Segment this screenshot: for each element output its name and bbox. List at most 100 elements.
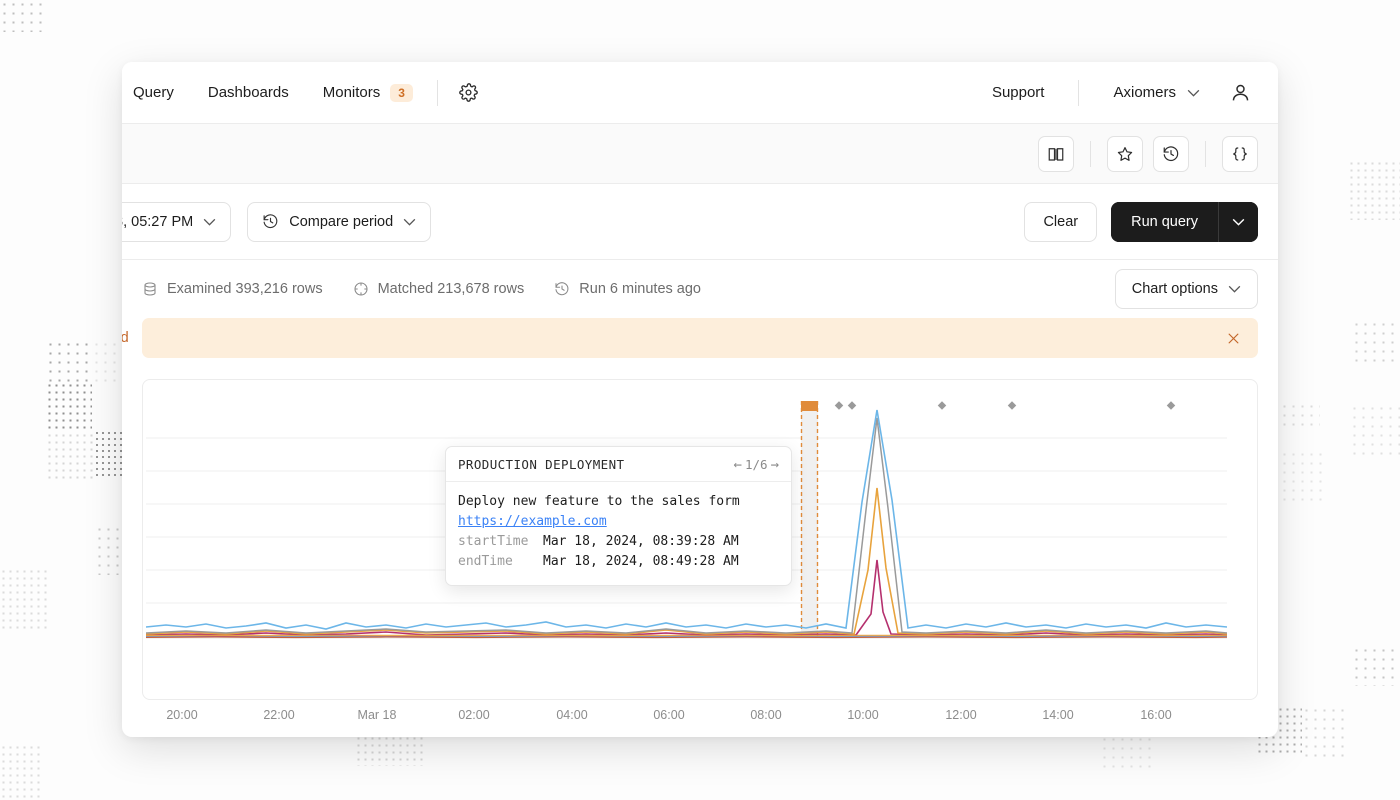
x-tick: 10:00	[847, 708, 878, 722]
nav-item-query[interactable]: Query	[122, 62, 191, 123]
annotation-tooltip-header: PRODUCTION DEPLOYMENT ← 1/6 →	[446, 447, 791, 482]
user-icon	[1230, 82, 1251, 103]
annotation-prev-button[interactable]: ←	[734, 458, 742, 472]
notification-banner: 00 was applied	[142, 318, 1258, 358]
annotation-field-starttime-key: startTime	[458, 532, 543, 552]
nav-left-group: Query Dashboards Monitors 3	[122, 62, 484, 123]
target-icon	[353, 281, 369, 297]
decor-dots-14	[1280, 402, 1320, 430]
org-switcher[interactable]: Axiomers	[1095, 84, 1210, 101]
chart-options-button[interactable]: Chart options	[1115, 269, 1258, 309]
monitors-count-badge: 3	[390, 84, 413, 102]
decor-dots-8	[0, 568, 50, 630]
chevron-down-icon	[403, 218, 416, 226]
x-tick: 22:00	[263, 708, 294, 722]
run-query-group: Run query	[1111, 202, 1258, 242]
query-stats-row: Examined 393,216 rows Matched 213,678 ro…	[122, 260, 1278, 318]
run-time-stat: Run 6 minutes ago	[554, 281, 701, 297]
database-icon	[142, 281, 158, 297]
history-icon	[262, 213, 279, 230]
toolbar-divider-2	[1205, 141, 1206, 167]
x-tick: 08:00	[750, 708, 781, 722]
run-time-label: Run 6 minutes ago	[579, 281, 701, 297]
examined-rows-stat: Examined 393,216 rows	[142, 281, 323, 297]
book-icon	[1047, 145, 1065, 163]
nav-divider-right	[1078, 80, 1079, 106]
annotation-description: Deploy new feature to the sales form	[458, 492, 779, 512]
annotation-field-endtime-value: Mar 18, 2024, 08:49:28 AM	[543, 552, 739, 572]
chevron-down-icon	[1228, 285, 1241, 293]
chart-x-axis: 20:00 22:00 Mar 18 02:00 04:00 06:00 08:…	[142, 700, 1258, 730]
annotation-tooltip[interactable]: PRODUCTION DEPLOYMENT ← 1/6 → Deploy new…	[445, 446, 792, 586]
decor-dots-16	[1302, 706, 1350, 758]
decor-dots-13	[1352, 320, 1400, 368]
run-query-button[interactable]: Run query	[1111, 202, 1218, 242]
nav-right-group: Support Axiomers	[974, 77, 1256, 109]
top-navigation: Query Dashboards Monitors 3 Support Axio…	[122, 62, 1278, 124]
annotation-field-endtime: endTime Mar 18, 2024, 08:49:28 AM	[458, 552, 779, 572]
support-link[interactable]: Support	[974, 84, 1063, 101]
x-tick: 16:00	[1140, 708, 1171, 722]
chevron-down-icon	[1187, 89, 1200, 97]
query-editor-toolbar	[122, 124, 1278, 184]
decor-dots-5	[94, 430, 124, 480]
x-tick: 02:00	[458, 708, 489, 722]
annotation-markers[interactable]	[835, 401, 1175, 409]
examined-rows-label: Examined 393,216 rows	[167, 281, 323, 297]
x-tick: 06:00	[653, 708, 684, 722]
banner-close-button[interactable]	[1222, 327, 1244, 349]
decor-dots-3	[46, 382, 92, 432]
star-icon	[1116, 145, 1134, 163]
chart-card: PRODUCTION DEPLOYMENT ← 1/6 → Deploy new…	[142, 379, 1258, 700]
org-switcher-label: Axiomers	[1113, 84, 1176, 101]
x-tick: 14:00	[1042, 708, 1073, 722]
nav-item-monitors[interactable]: Monitors 3	[306, 62, 421, 123]
annotation-next-button[interactable]: →	[771, 458, 779, 472]
json-view-button[interactable]	[1222, 136, 1258, 172]
user-avatar-button[interactable]	[1224, 77, 1256, 109]
docs-button[interactable]	[1038, 136, 1074, 172]
app-window: Query Dashboards Monitors 3 Support Axio…	[122, 62, 1278, 737]
clear-button[interactable]: Clear	[1024, 202, 1097, 242]
compare-period-label: Compare period	[289, 214, 393, 230]
chevron-down-icon	[1232, 218, 1245, 226]
annotation-title: PRODUCTION DEPLOYMENT	[458, 457, 624, 472]
query-actions-group: Clear Run query	[1024, 202, 1258, 242]
settings-button[interactable]	[454, 78, 484, 108]
decor-dots-10	[1348, 160, 1400, 220]
decor-dots-19	[0, 744, 40, 800]
matched-rows-label: Matched 213,678 rows	[378, 281, 525, 297]
decor-dots-4	[92, 340, 122, 388]
decor-dots-11	[1350, 404, 1400, 460]
date-range-label: M - Mar 18, 05:27 PM	[122, 214, 193, 230]
nav-item-query-label: Query	[133, 84, 174, 101]
compare-period-button[interactable]: Compare period	[247, 202, 431, 242]
x-tick: 12:00	[945, 708, 976, 722]
chevron-down-icon	[203, 218, 216, 226]
nav-item-dashboards-label: Dashboards	[208, 84, 289, 101]
nav-divider	[437, 80, 438, 106]
nav-item-monitors-label: Monitors	[323, 84, 381, 101]
history-icon	[554, 281, 570, 297]
date-range-picker[interactable]: M - Mar 18, 05:27 PM	[122, 202, 231, 242]
run-query-dropdown-button[interactable]	[1218, 202, 1258, 242]
annotation-highlight-band	[801, 401, 818, 638]
x-tick: Mar 18	[358, 708, 397, 722]
annotation-field-starttime-value: Mar 18, 2024, 08:39:28 AM	[543, 532, 739, 552]
toolbar-divider-1	[1090, 141, 1091, 167]
annotation-link[interactable]: https://example.com	[458, 512, 779, 532]
annotation-field-starttime: startTime Mar 18, 2024, 08:39:28 AM	[458, 532, 779, 552]
decor-dots-2	[46, 340, 92, 386]
x-tick: 04:00	[556, 708, 587, 722]
nav-item-dashboards[interactable]: Dashboards	[191, 62, 306, 123]
history-button[interactable]	[1153, 136, 1189, 172]
matched-rows-stat: Matched 213,678 rows	[353, 281, 525, 297]
query-controls-bar: M - Mar 18, 05:27 PM Compare period Clea…	[122, 184, 1278, 260]
braces-icon	[1231, 145, 1249, 163]
history-icon	[1162, 145, 1180, 163]
gear-icon	[459, 83, 478, 102]
starred-button[interactable]	[1107, 136, 1143, 172]
annotation-tooltip-body: Deploy new feature to the sales form htt…	[446, 482, 791, 585]
annotation-pager: ← 1/6 →	[734, 457, 779, 472]
chart-options-label: Chart options	[1132, 281, 1218, 297]
